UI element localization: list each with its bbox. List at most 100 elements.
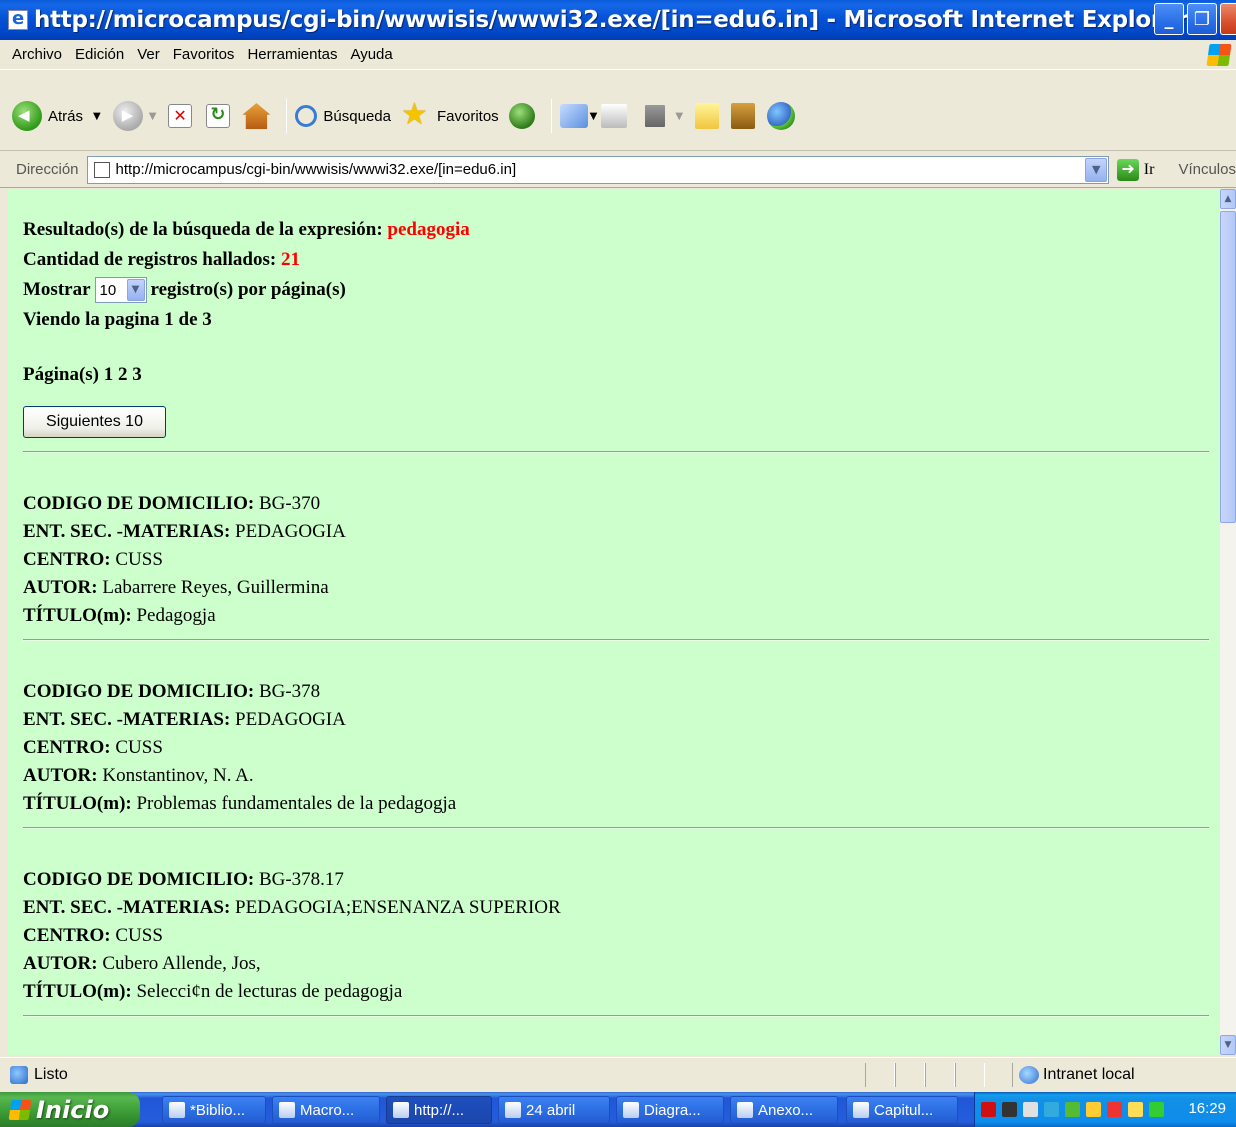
menu-edicion[interactable]: Edición: [75, 46, 124, 63]
favorites-star-icon[interactable]: [401, 97, 431, 132]
print-icon[interactable]: [601, 104, 628, 128]
code-value: BG-370: [258, 493, 321, 514]
zone-label: Intranet local: [1043, 1066, 1135, 1083]
pagination: Página(s) 1 2 3: [23, 360, 1209, 390]
show-label: Mostrar: [23, 279, 91, 300]
taskbar-item-label: Anexo...: [758, 1101, 814, 1119]
record-author-line: AUTOR: Cubero Allende, Jos,: [23, 950, 1209, 978]
page-link-1[interactable]: 1: [104, 364, 114, 385]
network-icon[interactable]: [1023, 1102, 1038, 1117]
mail-icon[interactable]: [559, 104, 588, 128]
go-arrow-icon[interactable]: ➜: [1117, 158, 1139, 181]
back-arrow-icon[interactable]: [12, 101, 42, 131]
clock[interactable]: 16:29: [1188, 1100, 1226, 1117]
edit-icon[interactable]: [645, 105, 666, 127]
edit-dropdown-icon[interactable]: ▼: [675, 111, 683, 122]
menu-archivo[interactable]: Archivo: [12, 46, 62, 63]
address-url[interactable]: http://microcampus/cgi-bin/wwwisis/wwwi3…: [116, 161, 517, 178]
mail-dropdown-icon[interactable]: ▼: [590, 111, 598, 122]
messenger-icon[interactable]: [767, 102, 796, 130]
status-text: Listo: [34, 1065, 68, 1083]
record-code-line: CODIGO DE DOMICILIO: BG-370: [23, 490, 1209, 518]
taskbar-item[interactable]: Macro...: [272, 1096, 380, 1124]
divider: [23, 827, 1209, 829]
volume-icon[interactable]: [1002, 1102, 1017, 1117]
record-center-line: CENTRO: CUSS: [23, 922, 1209, 950]
address-input[interactable]: http://microcampus/cgi-bin/wwwisis/wwwi3…: [86, 155, 1110, 184]
scroll-down-icon[interactable]: ▼: [1220, 1035, 1236, 1055]
subjects-label: ENT. SEC. -MATERIAS:: [23, 521, 231, 542]
taskbar-item[interactable]: *Biblio...: [162, 1096, 266, 1124]
code-value: BG-378.17: [258, 869, 344, 890]
records-per-page-value: 10: [99, 281, 117, 299]
vertical-scrollbar[interactable]: ▲ ▼: [1220, 189, 1236, 1055]
address-label: Dirección: [16, 161, 79, 178]
center-value: CUSS: [115, 549, 163, 570]
record-author-line: AUTOR: Konstantinov, N. A.: [23, 762, 1209, 790]
maximize-button[interactable]: ❐: [1187, 3, 1217, 35]
title-label: TÍTULO(m):: [23, 793, 132, 814]
page-link-2[interactable]: 2: [118, 364, 128, 385]
subjects-label: ENT. SEC. -MATERIAS:: [23, 709, 231, 730]
search-expression-label: Resultado(s) de la búsqueda de la expres…: [23, 219, 383, 240]
back-dropdown-icon[interactable]: ▼: [93, 111, 101, 122]
sync-icon[interactable]: [1044, 1102, 1059, 1117]
taskbar-item[interactable]: Diagra...: [616, 1096, 724, 1124]
chevron-down-icon[interactable]: ▼: [126, 279, 145, 301]
display-icon[interactable]: [1149, 1102, 1164, 1117]
menu-herramientas[interactable]: Herramientas: [247, 46, 337, 63]
messenger-tray-icon[interactable]: [1086, 1102, 1101, 1117]
research-icon[interactable]: [731, 103, 756, 129]
search-button-label[interactable]: Búsqueda: [323, 108, 391, 125]
media-icon[interactable]: [508, 103, 535, 129]
page-link-3[interactable]: 3: [132, 364, 142, 385]
discuss-icon[interactable]: [695, 103, 720, 129]
menu-favoritos[interactable]: Favoritos: [173, 46, 235, 63]
search-icon[interactable]: [295, 105, 318, 127]
author-value: Labarrere Reyes, Guillermina: [102, 577, 329, 598]
code-label: CODIGO DE DOMICILIO:: [23, 869, 255, 890]
center-value: CUSS: [115, 925, 163, 946]
next-10-button[interactable]: Siguientes 10: [23, 406, 166, 438]
refresh-icon[interactable]: [206, 104, 231, 128]
record-code-line: CODIGO DE DOMICILIO: BG-378.17: [23, 866, 1209, 894]
minimize-button[interactable]: _: [1154, 3, 1184, 35]
page-icon: [93, 161, 110, 178]
scroll-up-icon[interactable]: ▲: [1220, 189, 1236, 209]
record-subjects-line: ENT. SEC. -MATERIAS: PEDAGOGIA;ENSENANZA…: [23, 894, 1209, 922]
taskbar-item[interactable]: Anexo...: [730, 1096, 838, 1124]
forward-dropdown-icon[interactable]: ▼: [149, 111, 157, 122]
taskbar-item[interactable]: Capitul...: [846, 1096, 958, 1124]
scrollbar-thumb[interactable]: [1220, 211, 1236, 523]
record-title-line: TÍTULO(m): Pedagogja: [23, 602, 1209, 630]
address-dropdown-icon[interactable]: ▼: [1085, 157, 1108, 182]
close-button[interactable]: [1220, 3, 1236, 35]
home-icon[interactable]: [242, 103, 271, 129]
record-center-line: CENTRO: CUSS: [23, 734, 1209, 762]
links-label[interactable]: Vínculos: [1178, 161, 1236, 178]
stop-icon[interactable]: [168, 104, 193, 128]
taskbar-item-label: Diagra...: [644, 1101, 701, 1119]
start-label: Inicio: [36, 1095, 110, 1124]
taskbar-item[interactable]: 24 abril: [498, 1096, 610, 1124]
forward-arrow-icon[interactable]: [112, 101, 143, 131]
taskbar-item-label: http://...: [414, 1101, 465, 1119]
taskbar-item[interactable]: http://...: [386, 1096, 492, 1124]
records-per-page-select[interactable]: 10 ▼: [94, 277, 147, 303]
record-code-line: CODIGO DE DOMICILIO: BG-378: [23, 678, 1209, 706]
go-button-label[interactable]: Ir: [1144, 161, 1155, 179]
menu-ver[interactable]: Ver: [137, 46, 160, 63]
records-found-label: Cantidad de registros hallados:: [23, 249, 277, 270]
title-label: TÍTULO(m):: [23, 981, 132, 1002]
shield-icon[interactable]: [1065, 1102, 1080, 1117]
antivirus-icon[interactable]: [1107, 1102, 1122, 1117]
power-icon[interactable]: [1128, 1102, 1143, 1117]
ati-icon[interactable]: [981, 1102, 996, 1117]
start-button[interactable]: Inicio: [0, 1092, 140, 1127]
menu-ayuda[interactable]: Ayuda: [350, 46, 392, 63]
back-button-label[interactable]: Atrás: [48, 108, 83, 125]
divider: [23, 451, 1209, 453]
favorites-button-label[interactable]: Favoritos: [437, 108, 499, 125]
viewing-page-text: Viendo la pagina 1 de 3: [23, 309, 212, 330]
subjects-value: PEDAGOGIA: [235, 709, 346, 730]
